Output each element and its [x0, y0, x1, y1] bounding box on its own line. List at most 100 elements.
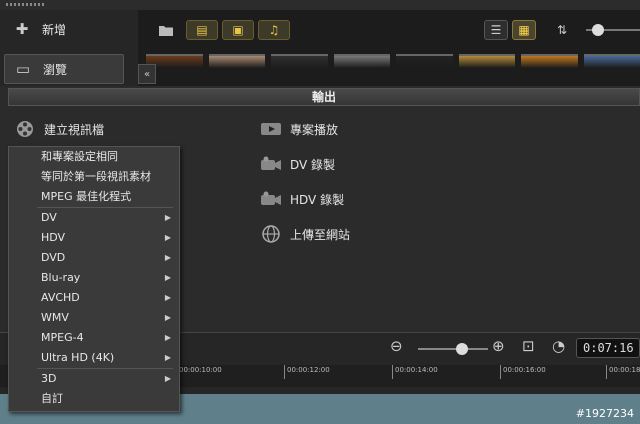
upload-web-label: 上傳至網站	[290, 227, 351, 242]
section-title: 輸出	[8, 88, 640, 106]
hdv-record-label: HDV 錄製	[290, 192, 345, 207]
ruler-tick-label: 00:00:10:00	[176, 365, 222, 379]
menu-item[interactable]: 等同於第一段視訊素材	[9, 167, 179, 187]
zoom-slider-knob[interactable]	[456, 343, 468, 355]
zoom-out-icon[interactable]: ⊖	[390, 337, 403, 355]
library-thumbnail[interactable]	[333, 54, 390, 68]
camcorder-icon	[260, 190, 282, 208]
menu-item-label: WMV	[41, 311, 69, 324]
menu-item[interactable]: Ultra HD (4K) ▶	[9, 348, 179, 368]
library-thumbnail[interactable]	[521, 54, 578, 68]
double-chevron-left-icon: «	[143, 68, 151, 80]
audio-filter-button[interactable]: ♫	[258, 20, 290, 40]
menu-item-label: HDV	[41, 231, 66, 244]
watermark: #1927234	[575, 407, 634, 420]
image-icon: ▣	[232, 23, 244, 37]
menu-item-label: 等同於第一段視訊素材	[41, 170, 151, 183]
sort-icon: ⇅	[556, 23, 568, 37]
timecode-display[interactable]: 0:07:16	[576, 338, 640, 358]
menu-item-label: DV	[41, 211, 57, 224]
library-thumbnail[interactable]	[271, 54, 328, 68]
menu-item[interactable]: MPEG 最佳化程式	[9, 187, 179, 207]
menu-item-label: MPEG 最佳化程式	[41, 190, 132, 203]
menu-item-label: 自訂	[41, 392, 63, 405]
drag-grip[interactable]	[6, 3, 46, 6]
add-label: 新增	[42, 22, 67, 37]
list-view-button[interactable]: ☰	[484, 20, 508, 40]
menu-item[interactable]: 和專案設定相同	[9, 147, 179, 167]
submenu-arrow-icon: ▶	[164, 333, 171, 342]
menu-item[interactable]: Blu-ray ▶	[9, 268, 179, 288]
library-thumbnail[interactable]	[458, 54, 515, 68]
dv-record-label: DV 錄製	[290, 157, 336, 172]
timeline-toolbar: ⊖ ⊕ ⊡ ◔ 0:07:16	[390, 337, 640, 359]
menu-item-label: DVD	[41, 251, 66, 264]
menu-item[interactable]: 自訂	[9, 389, 179, 409]
play-monitor-icon	[260, 120, 282, 138]
menu-item[interactable]: WMV ▶	[9, 308, 179, 328]
menu-item[interactable]: HDV ▶	[9, 228, 179, 248]
library-thumbnail[interactable]	[396, 54, 453, 68]
library-thumbnail[interactable]	[208, 54, 265, 68]
menu-item[interactable]: AVCHD ▶	[9, 288, 179, 308]
slider-knob[interactable]	[592, 24, 604, 36]
menu-item-label: AVCHD	[41, 291, 80, 304]
dv-record-option[interactable]: DV 錄製	[260, 155, 335, 173]
project-playback-label: 專案播放	[290, 122, 339, 137]
hdv-record-option[interactable]: HDV 錄製	[260, 190, 344, 208]
browse-button[interactable]: ▭ 瀏覽	[4, 54, 124, 84]
project-playback-option[interactable]: 專案播放	[260, 120, 338, 138]
submenu-arrow-icon: ▶	[164, 233, 171, 242]
music-note-icon: ♫	[268, 23, 280, 37]
browse-icon: ▭	[15, 60, 31, 78]
video-filter-button[interactable]: ▤	[186, 20, 218, 40]
menu-item-label: Blu-ray	[41, 271, 81, 284]
create-video-label: 建立視訊檔	[44, 122, 105, 137]
upload-web-option[interactable]: 上傳至網站	[260, 225, 350, 243]
left-panel: ✚ 新增 ▭ 瀏覽	[0, 10, 138, 88]
menu-item[interactable]: DVD ▶	[9, 248, 179, 268]
folder-icon[interactable]	[150, 20, 182, 40]
create-video-option[interactable]: 建立視訊檔	[14, 120, 104, 138]
submenu-arrow-icon: ▶	[164, 273, 171, 282]
submenu-arrow-icon: ▶	[164, 374, 171, 383]
thumbnail-view-button[interactable]: ▦	[512, 20, 536, 40]
library-panel: ▤ ▣ ♫ ☰ ▦ ⇅	[138, 10, 640, 88]
thumbnail-size-slider[interactable]	[586, 24, 640, 36]
add-button[interactable]: ✚ 新增	[4, 14, 124, 44]
list-icon: ☰	[490, 23, 502, 37]
library-thumbnail[interactable]	[583, 54, 640, 68]
filmstrip-icon: ▤	[196, 23, 208, 37]
menu-item[interactable]: DV ▶	[9, 208, 179, 228]
plus-icon: ✚	[15, 20, 29, 38]
ruler-tick-label: 00:00:18:	[606, 365, 640, 379]
film-reel-icon	[14, 120, 36, 138]
camcorder-icon	[260, 155, 282, 173]
menu-item[interactable]: 3D ▶	[9, 369, 179, 389]
submenu-arrow-icon: ▶	[164, 213, 171, 222]
photo-filter-button[interactable]: ▣	[222, 20, 254, 40]
ruler-tick-label: 00:00:12:00	[284, 365, 330, 379]
collapse-panel-button[interactable]: «	[138, 64, 156, 84]
menu-item-label: Ultra HD (4K)	[41, 351, 115, 364]
ruler-tick-label: 00:00:14:00	[392, 365, 438, 379]
submenu-arrow-icon: ▶	[164, 253, 171, 262]
clock-icon: ◔	[552, 337, 566, 355]
video-format-menu: 和專案設定相同 等同於第一段視訊素材 MPEG 最佳化程式 DV ▶ HDV ▶ DVD ▶ Bl…	[8, 146, 180, 412]
zoom-slider[interactable]	[418, 343, 488, 355]
grid-icon: ▦	[518, 23, 530, 37]
submenu-arrow-icon: ▶	[164, 353, 171, 362]
fit-to-window-icon[interactable]: ⊡	[522, 337, 535, 355]
browse-label: 瀏覽	[43, 62, 68, 77]
submenu-arrow-icon: ▶	[164, 293, 171, 302]
menu-item-label: 3D	[41, 372, 57, 385]
library-thumbnails	[146, 54, 640, 68]
zoom-in-icon[interactable]: ⊕	[492, 337, 505, 355]
menu-item[interactable]: MPEG-4 ▶	[9, 328, 179, 348]
menu-item-label: 和專案設定相同	[41, 150, 118, 163]
title-bar	[0, 0, 640, 10]
menu-item-label: MPEG-4	[41, 331, 84, 344]
sort-button[interactable]: ⇅	[550, 20, 574, 40]
ruler-tick-label: 00:00:16:00	[500, 365, 546, 379]
globe-icon	[260, 225, 282, 243]
